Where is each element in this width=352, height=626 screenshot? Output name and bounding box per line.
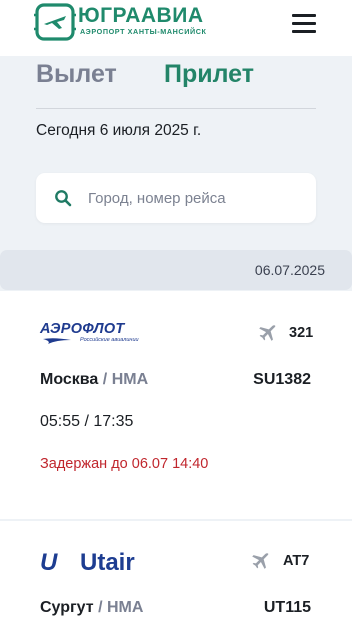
tab-departures[interactable]: Вылет xyxy=(36,60,117,89)
search-icon xyxy=(55,190,72,207)
utair-logo: U Utair xyxy=(40,549,150,577)
flight-times: 05:55 / 17:35 xyxy=(40,413,134,430)
airline-name: Utair xyxy=(80,549,135,576)
route-destination: HMA xyxy=(106,599,144,616)
flight-card[interactable]: АЭРОФЛОТ Российские авиалинии 321 Москва… xyxy=(0,291,352,519)
direction-tabs: Вылет Прилет xyxy=(36,58,318,94)
route-origin: Москва xyxy=(40,371,99,388)
app-header: ЮГРААВИА АЭРОПОРТ ХАНТЫ-МАНСИЙСК xyxy=(0,0,352,56)
airline-mark: U xyxy=(40,549,58,576)
tabs-divider xyxy=(36,108,316,109)
route: Москва / HMA xyxy=(40,371,148,389)
route-origin: Сургут xyxy=(40,599,94,616)
route-separator: / xyxy=(98,599,103,616)
route-separator: / xyxy=(102,371,108,388)
airplane-icon xyxy=(259,325,276,341)
search-box[interactable] xyxy=(36,173,316,223)
ugraavia-logo[interactable]: ЮГРААВИА АЭРОПОРТ ХАНТЫ-МАНСИЙСК xyxy=(34,2,224,42)
hamburger-menu-icon[interactable] xyxy=(290,12,318,34)
route: Сургут / HMA xyxy=(40,599,143,617)
route-destination: HMA xyxy=(111,371,149,388)
airline-subtitle: Российские авиалинии xyxy=(80,337,139,343)
airport-logo-icon xyxy=(34,3,76,41)
aeroflot-wing-icon xyxy=(43,338,71,344)
aeroflot-logo: АЭРОФЛОТ Российские авиалинии xyxy=(40,321,142,347)
flight-status: Задержан до 06.07 14:40 xyxy=(40,456,209,472)
date-group-header: 06.07.2025 xyxy=(0,250,352,290)
aircraft-type: AT7 xyxy=(283,553,310,569)
flight-number: UT115 xyxy=(263,599,311,616)
airplane-icon xyxy=(252,553,269,569)
flight-number: SU1382 xyxy=(253,371,311,388)
date-group-label: 06.07.2025 xyxy=(254,262,325,278)
logo-subtitle: АЭРОПОРТ ХАНТЫ-МАНСИЙСК xyxy=(80,27,207,36)
logo-title: ЮГРААВИА xyxy=(78,4,204,27)
flight-card[interactable]: U Utair AT7 Сургут / HMA UT115 xyxy=(0,521,352,626)
today-date-label: Сегодня 6 июля 2025 г. xyxy=(36,122,202,139)
aircraft-type: 321 xyxy=(289,325,314,341)
search-input[interactable] xyxy=(88,186,303,210)
tab-arrivals[interactable]: Прилет xyxy=(164,60,254,89)
airline-name: АЭРОФЛОТ xyxy=(40,321,125,337)
